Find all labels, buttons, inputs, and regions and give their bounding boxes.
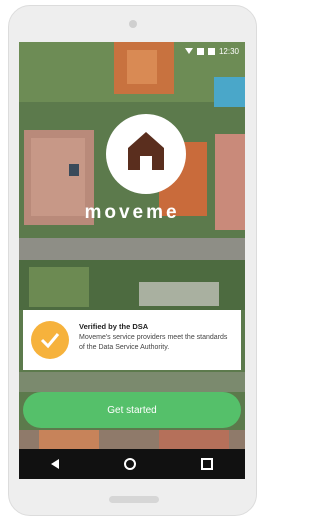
verified-check-icon — [31, 321, 69, 359]
status-bar: 12:30 — [19, 42, 245, 60]
system-nav-bar — [19, 449, 245, 479]
get-started-button[interactable]: Get started — [23, 392, 241, 428]
signal-icon — [196, 47, 204, 55]
house-icon — [128, 132, 164, 170]
verification-card: Verified by the DSA Moveme's service pro… — [23, 310, 241, 370]
verification-title: Verified by the DSA — [79, 322, 149, 331]
status-time: 12:30 — [218, 46, 239, 56]
app-screen: 12:30 moveme Verified by the DSA Moveme'… — [19, 42, 245, 479]
back-icon[interactable] — [51, 459, 60, 469]
brand-wordmark: moveme — [84, 202, 180, 223]
front-camera — [129, 20, 137, 28]
logo-badge — [106, 114, 186, 194]
wifi-icon — [184, 48, 193, 54]
battery-icon — [207, 47, 215, 55]
device-home-indicator — [109, 496, 159, 503]
home-icon[interactable] — [123, 458, 136, 470]
recents-icon[interactable] — [200, 458, 213, 470]
verification-description: Moveme's service providers meet the stan… — [79, 334, 228, 351]
